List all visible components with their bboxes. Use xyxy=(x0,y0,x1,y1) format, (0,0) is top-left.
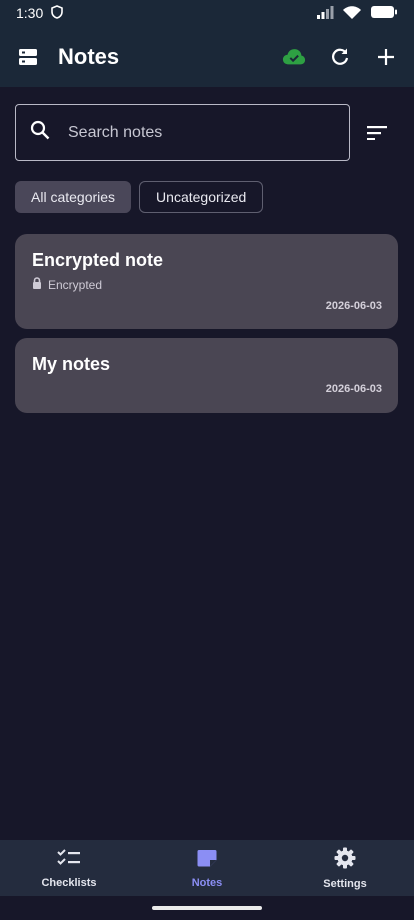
note-title: My notes xyxy=(32,354,111,374)
note-date: 2026-06-03 xyxy=(325,383,382,395)
chip-all-categories[interactable]: All categories xyxy=(15,181,132,213)
cloud-synced-icon[interactable] xyxy=(282,45,306,69)
signal-icon xyxy=(316,5,334,22)
nav-label-notes: Notes xyxy=(191,876,223,889)
search-icon xyxy=(30,120,50,145)
checklist-icon xyxy=(57,848,81,873)
drawer-menu-icon[interactable] xyxy=(16,45,40,69)
status-left: 1:30 xyxy=(16,4,64,22)
gear-icon xyxy=(334,847,356,874)
status-right xyxy=(316,5,398,22)
nav-checklists[interactable]: Checklists xyxy=(0,840,138,896)
search-input[interactable]: Search notes xyxy=(15,104,350,161)
shield-icon xyxy=(51,4,64,22)
gesture-handle[interactable] xyxy=(152,906,262,910)
app-screen: 1:30 Notes Search notes All categories U… xyxy=(0,0,414,920)
note-card-encrypted[interactable]: Encrypted note Encrypted 2026-06-03 xyxy=(15,234,398,329)
chip-uncategorized[interactable]: Uncategorized xyxy=(139,181,264,213)
nav-notes[interactable]: Notes xyxy=(138,840,276,896)
note-icon xyxy=(196,848,218,873)
nav-label-settings: Settings xyxy=(323,877,367,890)
app-bar-actions xyxy=(282,45,398,69)
note-subtitle: Encrypted xyxy=(32,277,382,292)
search-placeholder: Search notes xyxy=(68,123,163,141)
sort-icon[interactable] xyxy=(365,121,389,145)
app-bar: Notes xyxy=(0,26,414,87)
search-row: Search notes xyxy=(15,104,399,161)
wifi-icon xyxy=(342,5,362,22)
status-bar: 1:30 xyxy=(0,0,414,26)
lock-icon xyxy=(32,277,42,292)
nav-label-checklists: Checklists xyxy=(41,876,97,889)
status-time: 1:30 xyxy=(16,5,44,21)
nav-settings[interactable]: Settings xyxy=(276,840,414,896)
page-title: Notes xyxy=(58,43,120,69)
category-filter: All categories Uncategorized xyxy=(15,181,264,213)
note-card-my-notes[interactable]: My notes 2026-06-03 xyxy=(15,338,398,413)
bottom-navigation: Checklists Notes Settings xyxy=(0,840,414,896)
refresh-icon[interactable] xyxy=(328,45,352,69)
add-icon[interactable] xyxy=(374,45,398,69)
battery-icon xyxy=(370,5,398,22)
note-subtitle-text: Encrypted xyxy=(48,277,103,292)
note-title: Encrypted note xyxy=(32,250,164,270)
note-date: 2026-06-03 xyxy=(325,300,382,312)
